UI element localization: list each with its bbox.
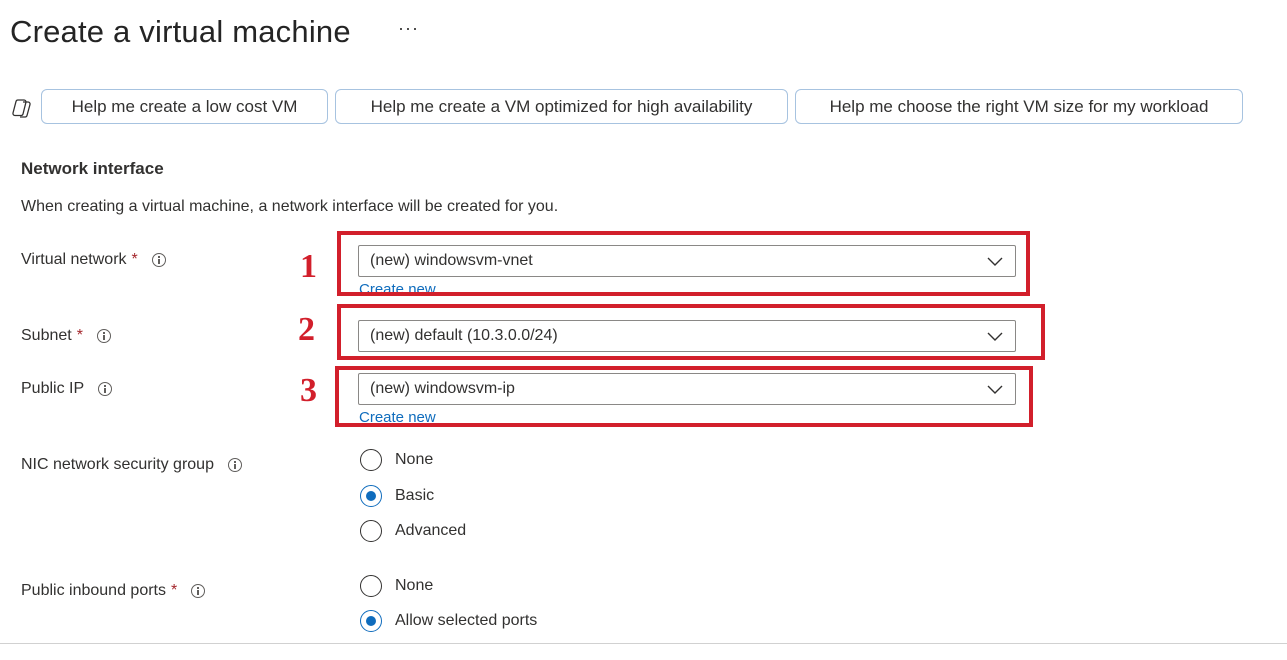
- copilot-icon: [12, 99, 31, 118]
- required-marker: *: [131, 251, 138, 268]
- subnet-label-text: Subnet: [21, 327, 72, 344]
- radio-label: Allow selected ports: [395, 612, 538, 629]
- radio-button[interactable]: [360, 575, 382, 597]
- info-icon[interactable]: [191, 584, 206, 598]
- radio-button[interactable]: [360, 610, 382, 632]
- virtual-network-label-text: Virtual network: [21, 251, 127, 268]
- suggestion-high-availability-button[interactable]: Help me create a VM optimized for high a…: [335, 89, 788, 124]
- subnet-label: Subnet *: [21, 327, 111, 345]
- more-options-button[interactable]: ···: [398, 18, 419, 39]
- public-ip-label-text: Public IP: [21, 380, 85, 397]
- required-marker: *: [76, 327, 83, 344]
- suggestion-vm-size-button[interactable]: Help me choose the right VM size for my …: [795, 89, 1243, 124]
- nic-nsg-option-advanced[interactable]: Advanced: [360, 520, 466, 542]
- radio-label: Advanced: [395, 522, 467, 539]
- info-icon[interactable]: [227, 458, 242, 472]
- radio-button[interactable]: [360, 449, 382, 471]
- public-inbound-ports-label-text: Public inbound ports: [21, 582, 166, 599]
- radio-label: None: [395, 577, 434, 594]
- annotation-number-3: 3: [300, 372, 317, 409]
- radio-label: Basic: [395, 487, 435, 504]
- suggestion-low-cost-vm-button[interactable]: Help me create a low cost VM: [41, 89, 328, 124]
- annotation-number-1: 1: [300, 248, 317, 285]
- info-icon[interactable]: [98, 382, 113, 396]
- annotation-box-1: [337, 231, 1030, 296]
- annotation-number-2: 2: [298, 311, 315, 348]
- radio-button[interactable]: [360, 520, 382, 542]
- annotation-box-3: [335, 366, 1033, 427]
- page-title: Create a virtual machine: [10, 14, 351, 49]
- radio-button[interactable]: [360, 485, 382, 507]
- info-icon[interactable]: [96, 329, 111, 343]
- nic-nsg-label: NIC network security group: [21, 456, 242, 474]
- nic-nsg-option-none[interactable]: None: [360, 449, 433, 471]
- section-description: When creating a virtual machine, a netwo…: [21, 198, 559, 215]
- radio-label: None: [395, 451, 434, 468]
- divider: [0, 643, 1287, 644]
- required-marker: *: [170, 582, 178, 599]
- public-inbound-ports-label: Public inbound ports *: [21, 582, 206, 600]
- virtual-network-label: Virtual network *: [21, 251, 166, 269]
- info-icon[interactable]: [151, 253, 166, 267]
- nic-nsg-option-basic[interactable]: Basic: [360, 485, 434, 507]
- inbound-ports-option-allow-selected[interactable]: Allow selected ports: [360, 610, 537, 632]
- public-ip-label: Public IP: [21, 380, 113, 398]
- nic-nsg-label-text: NIC network security group: [21, 456, 214, 473]
- annotation-box-2: [337, 304, 1045, 360]
- section-title: Network interface: [21, 159, 164, 178]
- inbound-ports-option-none[interactable]: None: [360, 575, 433, 597]
